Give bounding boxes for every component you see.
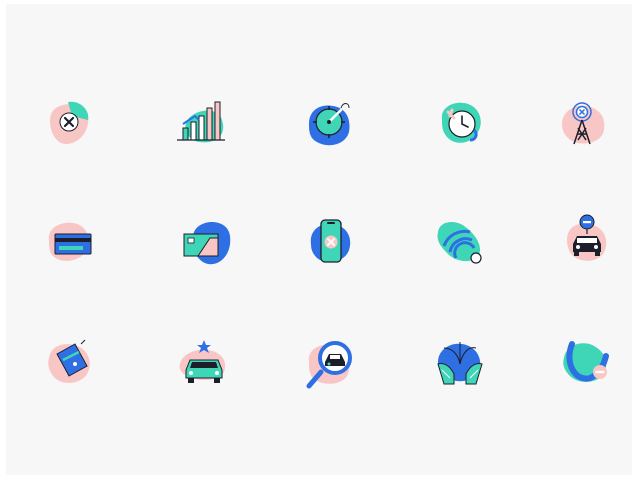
wave-minus-icon bbox=[556, 334, 616, 394]
clock-timer-icon bbox=[430, 94, 490, 154]
credit-card-icon bbox=[41, 212, 101, 272]
blob-x-icon bbox=[38, 94, 98, 154]
signal-tower-icon bbox=[556, 94, 616, 154]
search-car-icon bbox=[301, 334, 361, 394]
icon-sheet bbox=[6, 4, 632, 475]
tag-discount-icon bbox=[41, 334, 101, 394]
wifi-leaf-icon bbox=[430, 212, 490, 272]
compass-target-icon bbox=[299, 94, 359, 154]
taxi-star-icon bbox=[174, 334, 234, 394]
phone-cancel-icon bbox=[301, 212, 361, 272]
hands-plant-icon bbox=[430, 334, 490, 394]
bar-chart-growth-icon bbox=[169, 94, 229, 154]
photo-card-icon bbox=[174, 212, 234, 272]
car-cancel-pin-icon bbox=[559, 210, 619, 270]
